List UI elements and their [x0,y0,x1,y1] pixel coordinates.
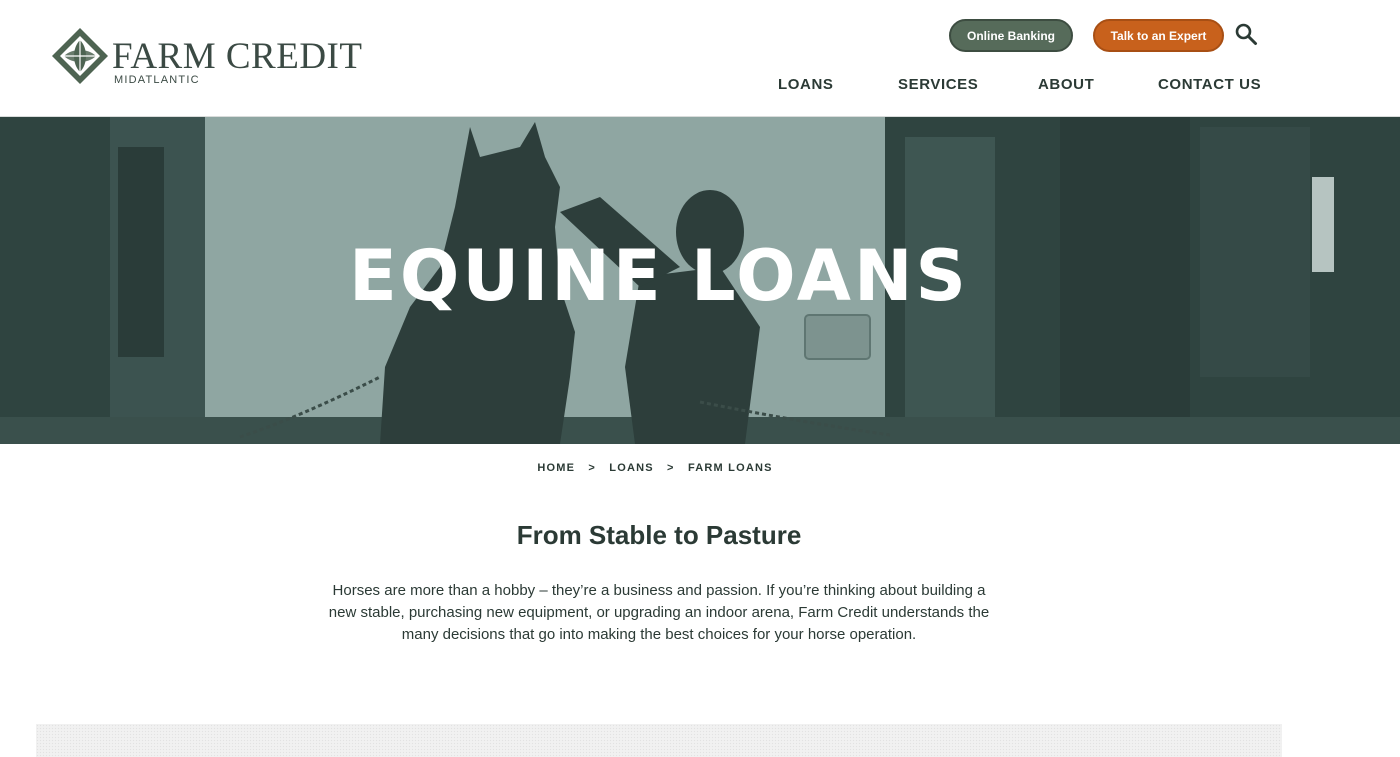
breadcrumb-home[interactable]: HOME [537,462,575,474]
textured-section-band [36,724,1282,757]
breadcrumb: HOME > LOANS > FARM LOANS [0,462,1310,474]
farm-credit-logo[interactable]: FARM CREDIT MIDATLANTIC [50,26,363,90]
diamond-leaf-logo-icon [52,28,108,84]
breadcrumb-separator: > [667,462,675,474]
breadcrumb-farm-loans[interactable]: FARM LOANS [688,462,773,474]
breadcrumb-separator: > [588,462,597,474]
logo-subtitle: MIDATLANTIC [114,74,200,86]
logo-wordmark: FARM CREDIT [112,36,363,77]
nav-item-loans[interactable]: LOANS [778,76,834,94]
talk-to-expert-button[interactable]: Talk to an Expert [1093,19,1224,52]
nav-item-about[interactable]: ABOUT [1038,76,1094,94]
breadcrumb-loans[interactable]: LOANS [609,462,654,474]
hero-banner: EQUINE LOANS [0,117,1400,444]
online-banking-button[interactable]: Online Banking [949,19,1073,52]
intro-paragraph: Horses are more than a hobby – they’re a… [328,582,990,643]
hero-title: EQUINE LOANS [349,235,969,317]
nav-item-services[interactable]: SERVICES [898,76,978,94]
search-icon[interactable] [1234,22,1258,46]
section-heading: From Stable to Pasture [516,520,802,550]
nav-item-contact-us[interactable]: CONTACT US [1158,76,1261,94]
site-header: FARM CREDIT MIDATLANTIC Online Banking T… [0,0,1400,117]
